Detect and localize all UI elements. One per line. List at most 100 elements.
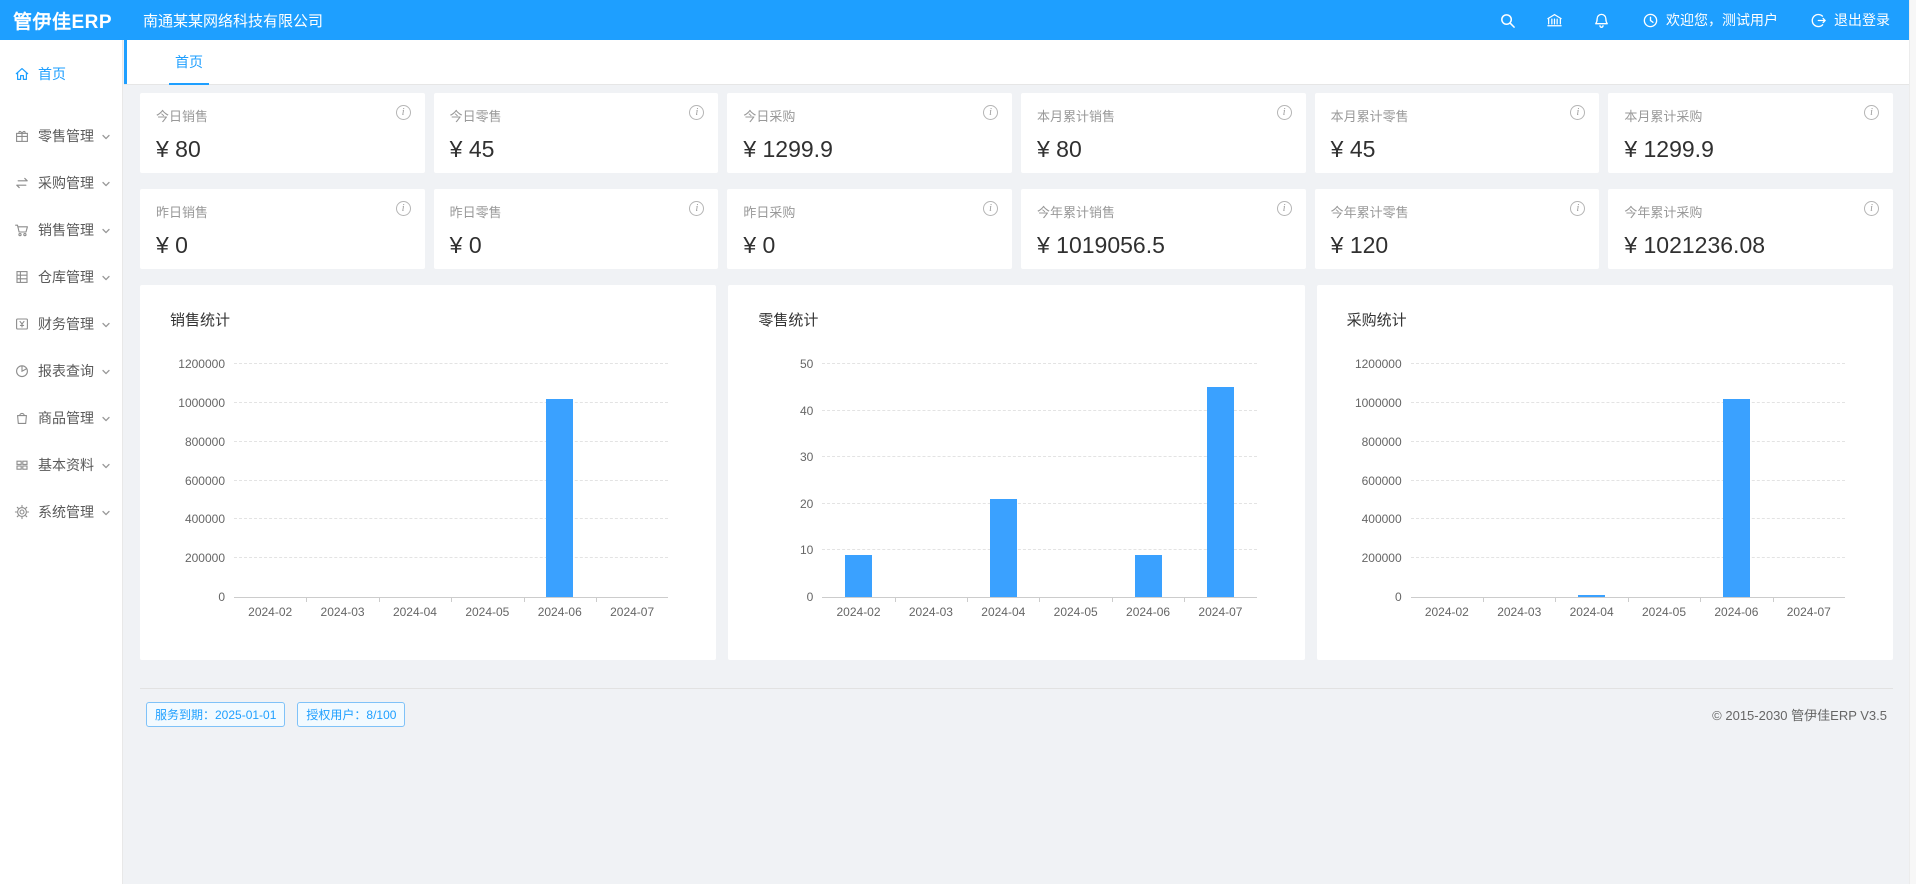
stat-card-10: 今年累计零售i¥ 120 [1315,189,1600,269]
sidebar-item-basic[interactable]: 基本资料 [0,441,122,488]
bar-2024-06 [1135,555,1162,597]
info-icon[interactable]: i [396,105,411,120]
info-icon[interactable]: i [1277,105,1292,120]
stat-card-9: 今年累计销售i¥ 1019056.5 [1021,189,1306,269]
gridline [234,557,668,558]
stats-grid: 今日销售i¥ 80今日零售i¥ 45今日采购i¥ 1299.9本月累计销售i¥ … [140,93,1893,269]
sidebar-item-report[interactable]: 报表查询 [0,347,122,394]
y-axis-tick-label: 1000000 [1355,396,1402,410]
sidebar-item-retail[interactable]: 零售管理 [0,112,122,159]
x-axis-tick [306,597,307,602]
stat-card-1: 今日零售i¥ 45 [434,93,719,173]
copyright-text: © 2015-2030 管伊佳ERP V3.5 [1712,705,1887,724]
main-content: 今日销售i¥ 80今日零售i¥ 45今日采购i¥ 1299.9本月累计销售i¥ … [124,85,1909,884]
y-axis-tick-label: 1200000 [178,357,225,371]
y-axis-tick-label: 10 [800,543,813,557]
chart-plot-area: 020000040000060000080000010000001200000 [1411,364,1845,598]
x-axis-tick-label: 2024-07 [610,605,654,619]
x-axis-tick-label: 2024-05 [1054,605,1098,619]
company-name: 南通某某网络科技有限公司 [143,10,323,31]
chart-card-1: 零售统计010203040502024-022024-032024-042024… [728,285,1304,660]
stat-label: 今日销售 [156,106,409,125]
gridline [234,480,668,481]
sidebar-item-home[interactable]: 首页 [0,50,122,97]
x-axis-tick-label: 2024-07 [1198,605,1242,619]
y-axis-tick-label: 40 [800,404,813,418]
sidebar-item-label: 销售管理 [38,220,94,240]
y-axis-tick-label: 0 [218,590,225,604]
x-axis-tick [524,597,525,602]
stat-card-11: 今年累计采购i¥ 1021236.08 [1608,189,1893,269]
stat-card-8: 昨日采购i¥ 0 [727,189,1012,269]
chevron-down-icon [100,365,112,377]
info-icon[interactable]: i [396,201,411,216]
chart-title: 零售统计 [758,309,1274,330]
sidebar-item-product[interactable]: 商品管理 [0,394,122,441]
sidebar-item-sales[interactable]: 销售管理 [0,206,122,253]
footer: 服务到期：2025-01-01 授权用户：8/100 © 2015-2030 管… [140,688,1893,727]
basic-icon [14,457,30,473]
y-axis-tick-label: 800000 [185,435,225,449]
sidebar-item-warehouse[interactable]: 仓库管理 [0,253,122,300]
logout-button[interactable]: 退出登录 [1810,10,1890,30]
bell-icon[interactable] [1593,12,1610,29]
stat-label: 今日零售 [450,106,703,125]
x-axis-tick [895,597,896,602]
user-menu[interactable]: 欢迎您，测试用户 [1642,10,1778,30]
stat-value: ¥ 0 [743,232,996,259]
gridline [234,402,668,403]
chevron-down-icon [100,271,112,283]
x-axis-tick [379,597,380,602]
warehouse-icon [14,269,30,285]
x-axis-tick [1773,597,1774,602]
bar-2024-04 [990,499,1017,597]
gridline [234,518,668,519]
x-axis-tick-label: 2024-04 [981,605,1025,619]
chart-plot-area: 020000040000060000080000010000001200000 [234,364,668,598]
y-axis-tick-label: 600000 [1362,474,1402,488]
gridline [1411,557,1845,558]
chevron-down-icon [100,412,112,424]
sidebar-item-system[interactable]: 系统管理 [0,488,122,535]
info-icon[interactable]: i [1864,201,1879,216]
info-icon[interactable]: i [983,201,998,216]
chevron-down-icon [100,318,112,330]
y-axis-tick-label: 1200000 [1355,357,1402,371]
stat-card-4: 本月累计零售i¥ 45 [1315,93,1600,173]
sidebar-item-label: 仓库管理 [38,267,94,287]
stat-value: ¥ 0 [450,232,703,259]
bank-icon[interactable] [1546,12,1563,29]
info-icon[interactable]: i [1277,201,1292,216]
sidebar-item-purchase[interactable]: 采购管理 [0,159,122,206]
chevron-down-icon [100,177,112,189]
stat-value: ¥ 1021236.08 [1624,232,1877,259]
x-axis-tick [451,597,452,602]
info-icon[interactable]: i [983,105,998,120]
gridline [1411,518,1845,519]
sidebar-item-label: 基本资料 [38,455,94,475]
clock-icon [1642,12,1659,29]
stat-label: 今日采购 [743,106,996,125]
gridline [822,456,1256,457]
x-axis-tick-label: 2024-03 [909,605,953,619]
y-axis-tick-label: 200000 [1362,551,1402,565]
gridline [234,363,668,364]
sidebar-item-finance[interactable]: 财务管理 [0,300,122,347]
chart-title: 采购统计 [1347,309,1863,330]
y-axis-tick-label: 200000 [185,551,225,565]
search-icon[interactable] [1499,12,1516,29]
gridline [234,441,668,442]
scrollbar[interactable] [1909,0,1916,884]
tab-home[interactable]: 首页 [169,40,209,84]
stat-label: 昨日销售 [156,202,409,221]
logout-label: 退出登录 [1834,10,1890,30]
y-axis-tick-label: 600000 [185,474,225,488]
chart-title: 销售统计 [170,309,686,330]
x-axis-tick [1039,597,1040,602]
gridline [1411,441,1845,442]
x-axis-labels: 2024-022024-032024-042024-052024-062024-… [1411,605,1845,623]
x-axis-tick-label: 2024-04 [393,605,437,619]
header-actions: 欢迎您，测试用户 退出登录 [1469,10,1916,30]
info-icon[interactable]: i [1864,105,1879,120]
stat-label: 本月累计销售 [1037,106,1290,125]
